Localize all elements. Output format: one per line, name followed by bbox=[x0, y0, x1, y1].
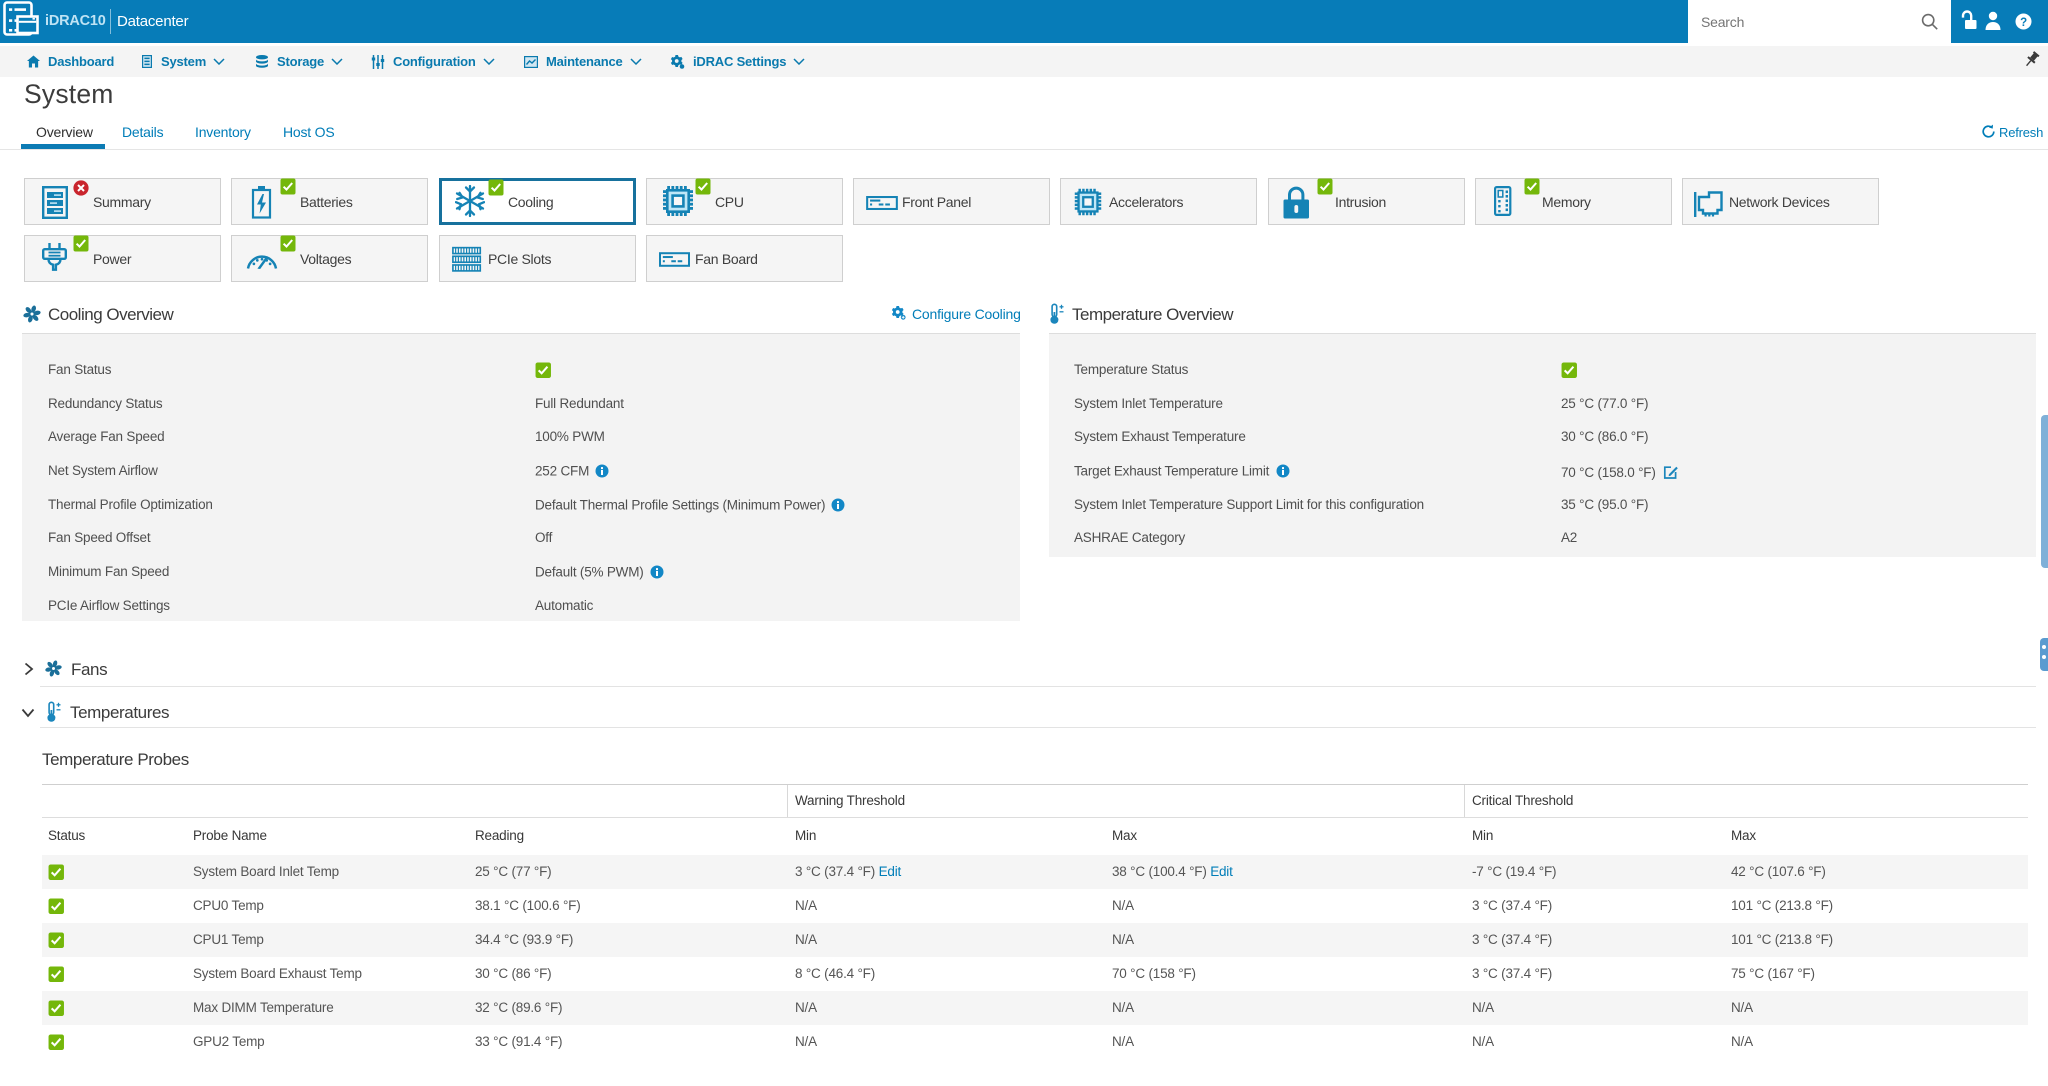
svg-text:?: ? bbox=[2020, 17, 2027, 29]
